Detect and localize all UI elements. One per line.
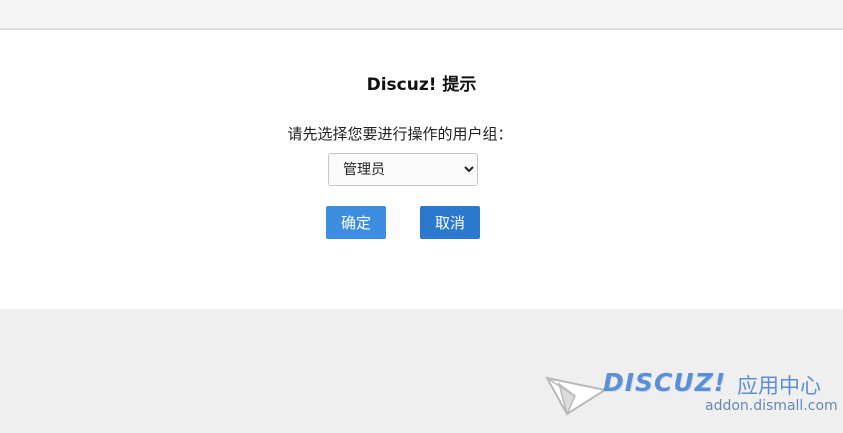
watermark-brand: DISCUZ! (603, 368, 727, 397)
dialog-title: Discuz! 提示 (366, 75, 477, 95)
user-group-select[interactable]: 管理员 (328, 153, 478, 186)
top-bar (0, 0, 843, 30)
confirm-button[interactable]: 确定 (326, 206, 386, 239)
watermark-logo: DISCUZ! 应用中心 addon.dismall.com (545, 368, 838, 418)
cancel-button[interactable]: 取消 (420, 206, 480, 239)
watermark-domain: addon.dismall.com (705, 398, 838, 414)
paper-plane-icon (545, 376, 607, 416)
prompt-text: 请先选择您要进行操作的用户组： (287, 125, 513, 143)
watermark-brand-cn: 应用中心 (737, 374, 821, 398)
message-dialog: Discuz! 提示 请先选择您要进行操作的用户组： 管理员 确定 取消 (0, 30, 843, 309)
